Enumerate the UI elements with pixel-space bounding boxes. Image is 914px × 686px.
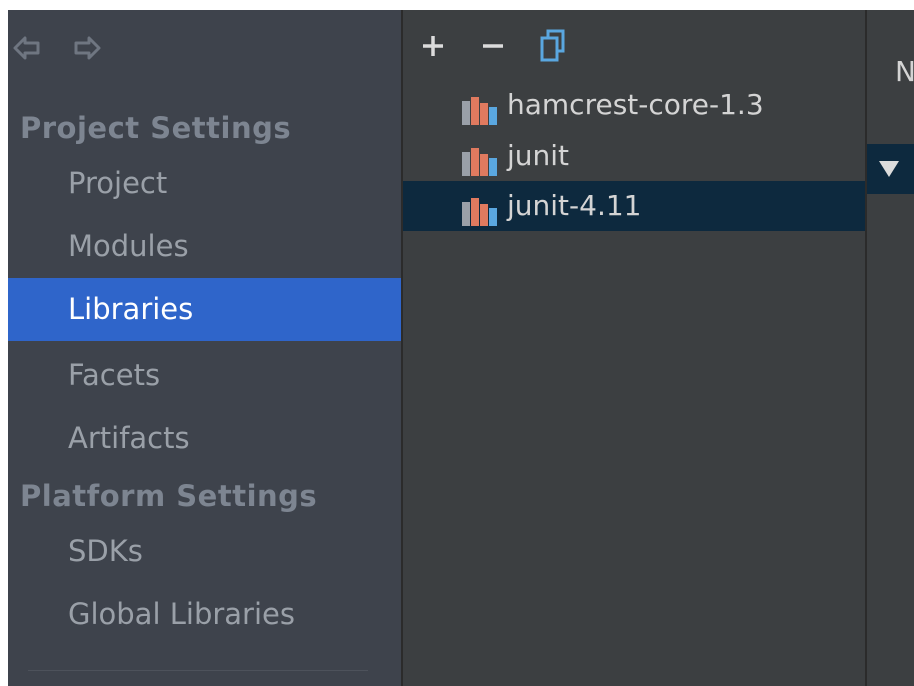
triangle-down-icon (878, 159, 900, 183)
sidebar-item-artifacts[interactable]: Artifacts (8, 407, 401, 470)
sidebar-divider-line (28, 670, 368, 671)
library-details-panel: N (867, 10, 914, 686)
library-item-junit-4-11[interactable]: junit-4.11 (403, 181, 865, 231)
library-name: junit (507, 139, 570, 172)
minus-icon[interactable] (479, 28, 507, 64)
sidebar-item-facets[interactable]: Facets (8, 344, 401, 407)
sidebar-item-label: Artifacts (68, 421, 190, 455)
library-icon (461, 192, 497, 242)
back-arrow-icon[interactable] (12, 34, 42, 64)
library-item-hamcrest-core[interactable]: hamcrest-core-1.3 (403, 80, 865, 130)
sidebar-item-label: Project (68, 166, 168, 200)
section-platform-settings: Platform Settings (20, 479, 318, 513)
tree-toggle[interactable] (867, 144, 914, 194)
forward-arrow-icon[interactable] (72, 34, 102, 64)
library-name: junit-4.11 (507, 189, 642, 222)
sidebar-item-libraries[interactable]: Libraries (8, 278, 401, 341)
copy-icon[interactable] (539, 28, 567, 64)
sidebar-item-label: Libraries (68, 292, 194, 326)
nav-arrows (12, 34, 102, 64)
sidebar-item-label: Modules (68, 229, 189, 263)
sidebar-item-sdks[interactable]: SDKs (8, 520, 401, 583)
sidebar-item-project[interactable]: Project (8, 152, 401, 215)
sidebar-item-global-libraries[interactable]: Global Libraries (8, 583, 401, 646)
sidebar-item-label: Global Libraries (68, 597, 295, 631)
plus-icon[interactable] (419, 28, 447, 64)
sidebar-item-modules[interactable]: Modules (8, 215, 401, 278)
library-name: hamcrest-core-1.3 (507, 88, 764, 121)
name-label: N (895, 55, 914, 88)
sidebar: Project Settings Project Modules Librari… (8, 10, 401, 686)
library-list-panel: hamcrest-core-1.3 junit junit-4.11 (403, 10, 865, 686)
library-toolbar (419, 28, 567, 64)
sidebar-item-label: SDKs (68, 534, 143, 568)
sidebar-item-label: Facets (68, 358, 161, 392)
library-item-junit[interactable]: junit (403, 131, 865, 181)
section-project-settings: Project Settings (20, 111, 292, 145)
project-structure-window: Project Settings Project Modules Librari… (8, 10, 914, 686)
